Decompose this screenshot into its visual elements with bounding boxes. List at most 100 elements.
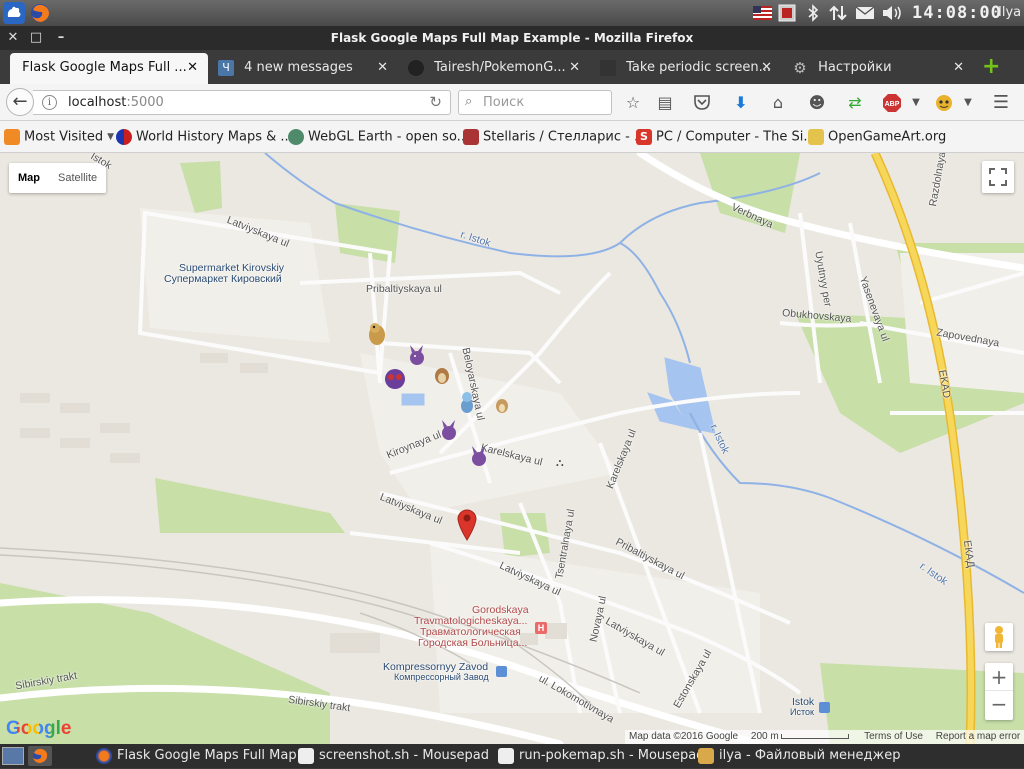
tab-github-pokemon[interactable]: Tairesh/PokemonG... ✕ bbox=[400, 53, 590, 84]
bookmark-star-icon[interactable]: ☆ bbox=[623, 93, 643, 113]
show-desktop-icon[interactable] bbox=[2, 747, 24, 765]
download-icon[interactable]: ⬇ bbox=[731, 93, 751, 113]
report-error-link[interactable]: Report a map error bbox=[936, 731, 1020, 742]
google-logo[interactable]: Google bbox=[6, 718, 71, 740]
minimize-window-icon[interactable]: – bbox=[53, 30, 69, 46]
dropdown-icon[interactable]: ▼ bbox=[958, 93, 978, 113]
gear-icon: ⚙ bbox=[793, 58, 807, 77]
network-icon[interactable] bbox=[828, 4, 848, 22]
pokemon-pidgey-2-icon[interactable] bbox=[492, 393, 514, 415]
tab-screenshots[interactable]: Take periodic screen... ✕ bbox=[592, 53, 782, 84]
username[interactable]: Ilya bbox=[998, 5, 1021, 20]
text-editor-icon bbox=[498, 748, 514, 764]
bookmark-world-history-maps[interactable]: World History Maps & ... bbox=[116, 129, 293, 145]
url-bar[interactable]: i localhost:5000 ↻ bbox=[33, 90, 451, 115]
zoom-out-button[interactable]: − bbox=[985, 691, 1013, 719]
dropdown-icon[interactable]: ▼ bbox=[906, 93, 926, 113]
task-label: ilya - Файловый менеджер bbox=[719, 748, 901, 763]
location-marker-icon[interactable] bbox=[456, 507, 478, 541]
bus-stop-icon[interactable] bbox=[496, 666, 507, 677]
terms-link[interactable]: Terms of Use bbox=[864, 731, 923, 742]
hospital-marker-icon[interactable]: H bbox=[535, 622, 547, 634]
google-map[interactable]: Map Satellite Istok Latviyskaya ul Superm… bbox=[0, 153, 1024, 744]
street-view-pegman[interactable] bbox=[985, 623, 1013, 651]
back-button[interactable]: ← bbox=[6, 88, 34, 116]
close-tab-icon[interactable]: ✕ bbox=[377, 53, 388, 82]
fullscreen-button[interactable] bbox=[982, 161, 1014, 193]
chat-icon[interactable]: ☻ bbox=[807, 93, 827, 113]
bookmark-label: Most Visited bbox=[24, 129, 104, 145]
bus-stop-icon[interactable] bbox=[819, 702, 830, 713]
close-tab-icon[interactable]: ✕ bbox=[569, 53, 580, 82]
scale-label[interactable]: 200 m bbox=[751, 731, 779, 742]
close-tab-icon[interactable]: ✕ bbox=[187, 53, 198, 82]
bookmark-stellaris[interactable]: Stellaris / Стелларис - ... bbox=[463, 129, 646, 145]
firefox-taskbar-icon[interactable] bbox=[28, 746, 52, 766]
pokemon-rattata-3-icon[interactable] bbox=[468, 444, 490, 466]
tab-vk-messages[interactable]: Ч 4 new messages ✕ bbox=[210, 53, 398, 84]
task-file-manager[interactable]: ilya - Файловый менеджер bbox=[698, 747, 900, 767]
info-icon[interactable]: i bbox=[42, 95, 57, 110]
adblock-icon[interactable]: ABP bbox=[882, 93, 902, 113]
bookmark-webgl-earth[interactable]: WebGL Earth - open so... bbox=[288, 129, 469, 145]
back-arrow-icon: ← bbox=[12, 91, 28, 112]
search-input[interactable]: ⌕ Поиск bbox=[458, 90, 612, 115]
greasemonkey-icon[interactable] bbox=[934, 93, 954, 113]
tab-label: Настройки bbox=[818, 60, 892, 75]
pokemon-raticate-icon[interactable] bbox=[366, 319, 388, 345]
opengameart-icon bbox=[808, 129, 824, 145]
map-type-map-button[interactable]: Map bbox=[9, 163, 49, 193]
bookmark-most-visited[interactable]: Most Visited ▼ bbox=[4, 129, 114, 145]
bookmark-label: WebGL Earth - open so... bbox=[308, 129, 470, 145]
url-text[interactable]: localhost:5000 bbox=[68, 95, 164, 110]
us-flag-icon[interactable] bbox=[753, 4, 772, 22]
close-tab-icon[interactable]: ✕ bbox=[953, 53, 964, 82]
tab-flask-maps[interactable]: Flask Google Maps Full ... ✕ bbox=[10, 53, 208, 84]
askubuntu-icon bbox=[600, 59, 616, 76]
record-icon[interactable] bbox=[778, 4, 796, 22]
task-label: screenshot.sh - Mousepad bbox=[319, 748, 490, 763]
hamburger-menu-icon[interactable]: ☰ bbox=[991, 93, 1011, 113]
tab-label: Take periodic screen... bbox=[626, 60, 772, 75]
reload-icon[interactable]: ↻ bbox=[429, 93, 442, 111]
rss-folder-icon bbox=[4, 129, 20, 145]
new-tab-plus-icon[interactable]: + bbox=[982, 56, 1000, 78]
bookmark-spriters-resource[interactable]: S PC / Computer - The Si... bbox=[636, 129, 816, 145]
pokemon-squirtle-icon[interactable] bbox=[458, 390, 480, 413]
home-icon[interactable]: ⌂ bbox=[768, 93, 788, 113]
task-firefox-window[interactable]: Flask Google Maps Full Map... bbox=[96, 747, 309, 767]
reading-list-icon[interactable]: ▤ bbox=[655, 93, 675, 113]
pocket-icon[interactable] bbox=[692, 93, 712, 113]
volume-icon[interactable] bbox=[881, 4, 903, 22]
close-window-icon[interactable]: ✕ bbox=[5, 30, 21, 46]
bookmark-label: Stellaris / Стелларис - ... bbox=[483, 129, 647, 145]
clock[interactable]: 14:08:00 bbox=[912, 3, 1002, 23]
maximize-window-icon[interactable]: □ bbox=[28, 30, 44, 46]
pokemon-rattata-icon[interactable] bbox=[406, 343, 428, 365]
tab-strip: Flask Google Maps Full ... ✕ Ч 4 new mes… bbox=[0, 50, 1024, 84]
mail-icon[interactable] bbox=[855, 4, 875, 22]
map-data-credit: Map data ©2016 Google bbox=[629, 731, 739, 742]
pokemon-venonat-icon[interactable] bbox=[383, 365, 405, 389]
task-mousepad-run-pokemap[interactable]: run-pokemap.sh - Mousepad bbox=[498, 747, 704, 767]
task-mousepad-screenshot[interactable]: screenshot.sh - Mousepad bbox=[298, 747, 489, 767]
search-placeholder: Поиск bbox=[483, 95, 525, 110]
bluetooth-icon[interactable] bbox=[806, 4, 820, 22]
scale-bar bbox=[781, 733, 850, 739]
google-logo-text: Google bbox=[6, 718, 72, 739]
zoom-in-button[interactable]: + bbox=[985, 663, 1013, 691]
map-type-satellite-button[interactable]: Satellite bbox=[49, 163, 106, 193]
app-menu-icon[interactable] bbox=[3, 2, 25, 24]
sync-arrows-icon[interactable]: ⇄ bbox=[845, 93, 865, 113]
tab-settings[interactable]: ⚙ Настройки ✕ bbox=[784, 53, 974, 84]
firefox-launcher-icon[interactable] bbox=[29, 2, 51, 24]
close-tab-icon[interactable]: ✕ bbox=[761, 53, 772, 82]
label-pribaltiyskaya-1: Pribaltiyskaya ul bbox=[366, 283, 442, 295]
pokemon-pidgey-icon[interactable] bbox=[432, 363, 454, 385]
label-kompressor-cyr: Компрессорный Завод bbox=[394, 672, 489, 682]
bookmark-opengameart[interactable]: OpenGameArt.org bbox=[808, 129, 946, 145]
pokemon-rattata-2-icon[interactable] bbox=[438, 418, 460, 440]
github-icon bbox=[408, 59, 424, 76]
bookmark-label: World History Maps & ... bbox=[136, 129, 293, 145]
pokestop-icon[interactable]: ⛬ bbox=[556, 456, 568, 469]
